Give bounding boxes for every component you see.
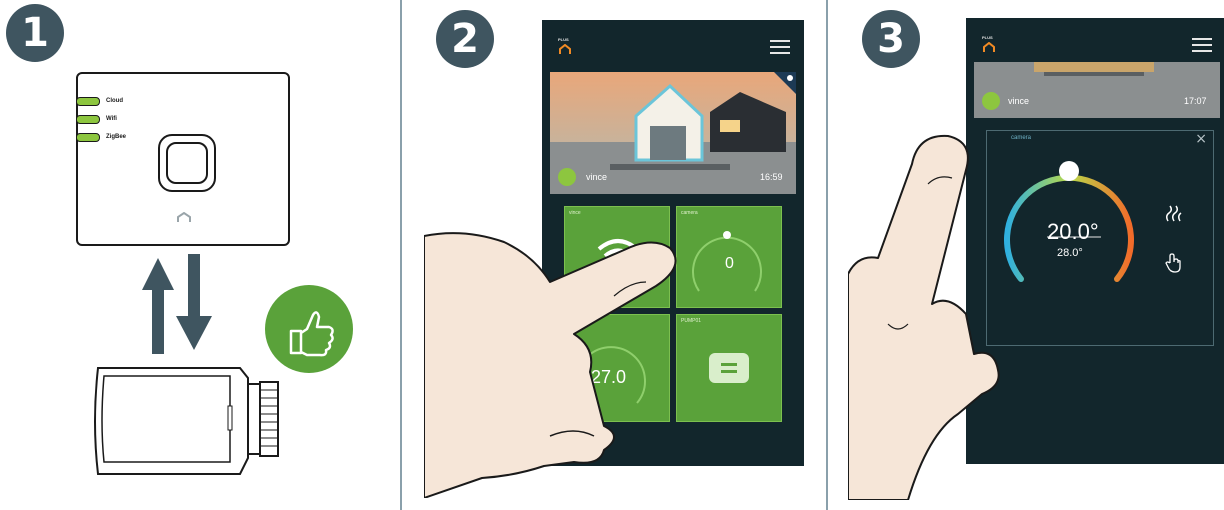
step-3-badge: 3 (862, 10, 920, 68)
zigbee-led (76, 133, 100, 142)
pointing-hand (848, 134, 1000, 500)
wifi-led-label: Wifi (106, 116, 117, 122)
cloud-led (76, 97, 100, 106)
gateway-button (158, 134, 216, 192)
hamburger-menu-icon[interactable] (770, 40, 790, 58)
step-3-number: 3 (877, 16, 905, 62)
active-check-icon (558, 168, 576, 186)
step-1-number: 1 (21, 10, 49, 56)
thermostat-card-label: camera (1011, 135, 1032, 141)
step-2-number: 2 (451, 16, 479, 62)
step-1-badge: 1 (6, 4, 64, 62)
tapping-hand (424, 232, 677, 498)
cloud-led-label: Cloud (106, 98, 123, 104)
hamburger-menu-icon-3[interactable] (1192, 38, 1212, 56)
manual-mode-hand-icon (1165, 253, 1181, 273)
close-card-icon[interactable]: × (1195, 131, 1207, 147)
thumbs-up-icon (265, 285, 353, 373)
step-1-panel: 1 Cloud Wifi ZigBee (0, 0, 400, 510)
photo-time-label-3: 17:07 (1184, 96, 1207, 106)
house-logo-icon (177, 212, 191, 222)
step-2-badge: 2 (436, 10, 494, 68)
step-2-panel: 2 PLUS vince 16:59 vince camera 0 27.0 P… (402, 0, 826, 510)
tile-camera-label: camera (681, 210, 698, 216)
active-check-icon-3 (982, 92, 1000, 110)
zigbee-led-label: ZigBee (106, 134, 127, 140)
photo-time-label: 16:59 (760, 172, 783, 182)
tile-camera-value: 0 (725, 255, 734, 272)
sync-arrows-icon (142, 254, 212, 354)
gateway-device: Cloud Wifi ZigBee (76, 72, 290, 246)
app-logo-icon (559, 44, 571, 54)
brand-label: PLUS (558, 37, 569, 42)
house-photo-3[interactable] (974, 62, 1220, 118)
close-badge-icon[interactable] (774, 72, 796, 94)
tile-wifi-label: vince (569, 210, 581, 216)
current-temperature: 20.0° (1047, 219, 1099, 244)
photo-user-label-3: vince (1008, 96, 1030, 106)
wifi-led (76, 115, 100, 124)
heating-icon (1165, 205, 1182, 222)
thermostatic-valve (94, 367, 279, 475)
app-logo-icon-3 (983, 42, 995, 52)
brand-label-3: PLUS (982, 35, 993, 40)
setpoint-temperature: 28.0° (1057, 247, 1083, 259)
photo-user-label: vince (586, 172, 608, 182)
thermostat-card[interactable]: camera × 20.0° 28.0° (986, 130, 1214, 346)
step-3-panel: 3 PLUS vince 17:07 camera × 20.0° 28.0° (828, 0, 1224, 510)
